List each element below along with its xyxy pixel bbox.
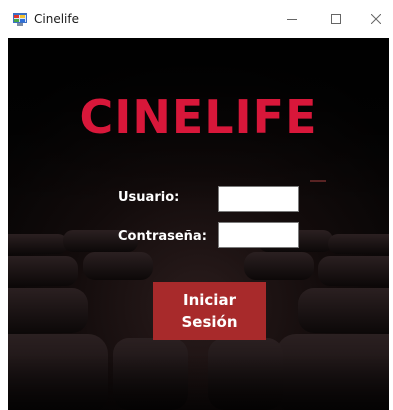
password-field[interactable] xyxy=(218,222,299,248)
close-icon xyxy=(371,14,381,24)
password-label: Contraseña: xyxy=(118,229,207,244)
maximize-icon xyxy=(331,14,341,24)
title-bar[interactable]: Cinelife xyxy=(0,0,393,38)
username-label: Usuario: xyxy=(118,190,180,205)
username-field[interactable] xyxy=(218,186,299,212)
login-button-label-line1: Iniciar xyxy=(183,291,236,309)
login-form: CINELIFE Usuario: Contraseña: Iniciar Se… xyxy=(8,38,389,410)
app-icon xyxy=(13,13,27,26)
brand-title: CINELIFE xyxy=(79,90,318,144)
minimize-button[interactable] xyxy=(272,0,312,38)
login-button-label-line2: Sesión xyxy=(181,313,238,331)
maximize-button[interactable] xyxy=(316,0,356,38)
close-button[interactable] xyxy=(359,0,393,38)
app-window: Cinelife CINELIFE Usuario: Contraseña: I… xyxy=(0,0,393,410)
window-title: Cinelife xyxy=(34,12,79,26)
minimize-icon xyxy=(287,19,297,20)
login-button[interactable]: Iniciar Sesión xyxy=(153,282,266,340)
